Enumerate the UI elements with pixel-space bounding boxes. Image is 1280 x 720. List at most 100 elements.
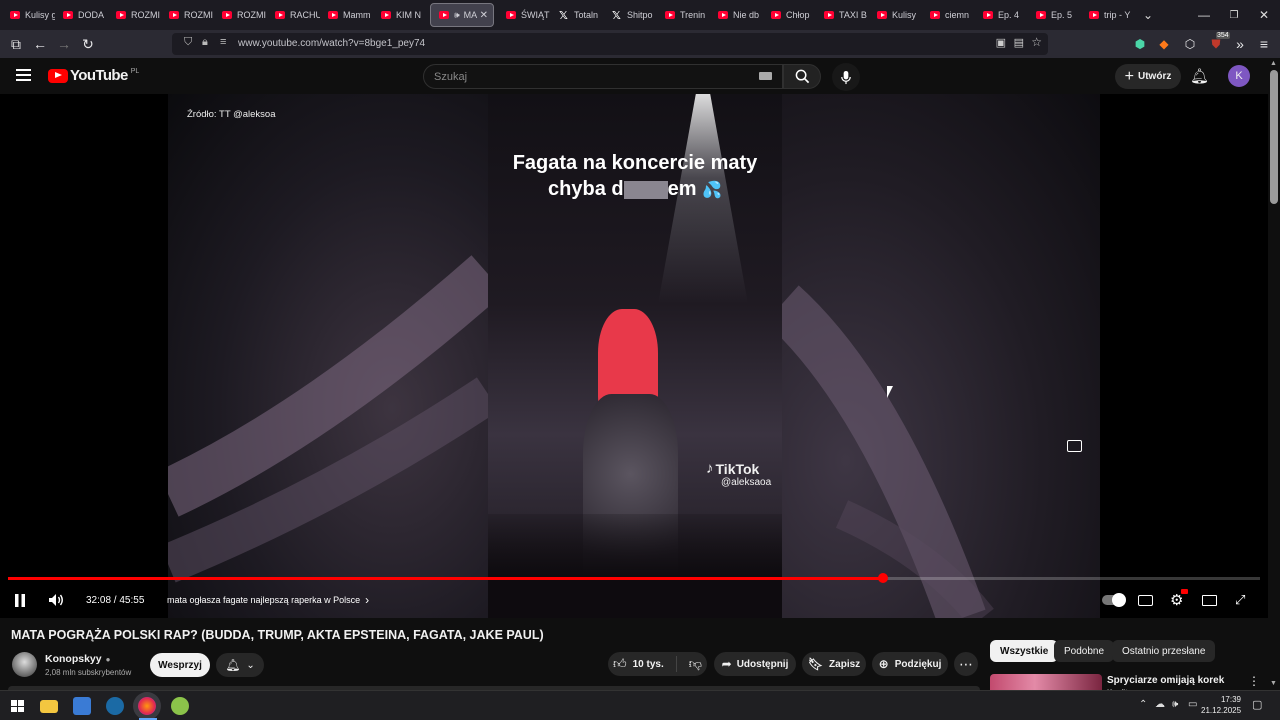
theater-mode-button[interactable]	[1202, 590, 1217, 610]
support-button[interactable]: Wesprzyj	[150, 653, 210, 677]
keyboard-icon[interactable]	[759, 72, 772, 80]
forward-button[interactable]: →	[54, 34, 74, 54]
channel-name[interactable]: Konopskyy ●	[45, 653, 110, 665]
scrollbar-up-arrow[interactable]: ▲	[1270, 60, 1277, 67]
tiktok-watermark: ♪ TikTok @aleksaoa	[706, 460, 771, 488]
scrollbar-down-arrow[interactable]: ▼	[1270, 680, 1277, 687]
like-button[interactable]: 👍︎ 10 tys.	[613, 656, 677, 672]
subtitles-button[interactable]	[1138, 590, 1153, 610]
chapter-button[interactable]: mata ogłasza fagate najlepszą raperka w …	[167, 590, 369, 610]
notifications-bell-icon[interactable]: 🔔︎	[1190, 67, 1209, 85]
fullscreen-button[interactable]: ⤢	[1235, 590, 1245, 610]
miniplayer-icon[interactable]	[1067, 440, 1082, 452]
pip-icon[interactable]: ▤	[1014, 36, 1024, 49]
progress-bar[interactable]	[8, 573, 1260, 583]
browser-tab[interactable]: Chłop	[763, 3, 816, 27]
suggested-video-thumbnail[interactable]	[990, 674, 1102, 690]
steam-icon[interactable]	[106, 697, 124, 715]
permissions-icon[interactable]: ≡	[220, 36, 226, 48]
channel-avatar[interactable]	[12, 652, 37, 677]
browser-tab[interactable]: ROZMI	[108, 3, 161, 27]
tray-volume-icon[interactable]: 🕪︎	[1172, 699, 1178, 710]
tab-overflow-icon[interactable]: ⌄	[1132, 0, 1164, 30]
more-actions-button[interactable]: ⋯	[954, 652, 978, 676]
tray-chevron-icon[interactable]: ⌃	[1139, 699, 1147, 710]
save-button[interactable]: 🔖︎ Zapisz	[802, 652, 866, 676]
browser-tab[interactable]: trip - Y	[1081, 3, 1134, 27]
start-button[interactable]	[8, 697, 26, 715]
extension-shield-icon[interactable]: ⬢	[1130, 34, 1150, 54]
close-window-button[interactable]: ✕	[1248, 0, 1280, 30]
close-tab-icon[interactable]: ✕	[480, 10, 488, 21]
remote-desktop-icon[interactable]	[73, 697, 91, 715]
menu-icon[interactable]: ≡	[1254, 34, 1274, 54]
browser-tab[interactable]: Ep. 5	[1028, 3, 1081, 27]
extensions-icon[interactable]: ⬡	[1180, 34, 1200, 54]
page-scrollbar[interactable]: ▲ ▼	[1268, 58, 1280, 690]
extension-fox-icon[interactable]: ◆	[1154, 34, 1174, 54]
dislike-button[interactable]: 👎︎	[689, 656, 702, 672]
browser-tab[interactable]: Kulisy	[869, 3, 922, 27]
tab-label: Ep. 4	[998, 10, 1020, 20]
hamburger-menu-icon[interactable]	[16, 69, 31, 81]
chip-recent[interactable]: Ostatnio przesłane	[1112, 640, 1216, 662]
sidebar-toggle-icon[interactable]: ⧉	[6, 34, 26, 54]
back-button[interactable]: ←	[30, 34, 50, 54]
reader-view-icon[interactable]: ▣	[996, 36, 1006, 49]
restore-button[interactable]: ❐	[1218, 0, 1250, 30]
speaker-icon[interactable]: 🕪︎	[454, 10, 460, 21]
ublock-icon[interactable]: ⛊ 354	[1206, 32, 1230, 54]
autoplay-toggle[interactable]	[1102, 590, 1126, 610]
video-player[interactable]: Źródło: TT @aleksoa Fagata na koncercie …	[0, 94, 1268, 618]
notification-center-icon[interactable]: ▢	[1252, 698, 1262, 711]
verified-icon: ●	[105, 654, 111, 664]
browser-tab[interactable]: ŚWIĄT	[498, 3, 551, 27]
search-input[interactable]: Szukaj	[423, 64, 783, 89]
firefox-icon[interactable]	[138, 697, 156, 715]
suggested-video-title[interactable]: Spryciarze omijają korek	[1107, 675, 1224, 686]
tray-network-icon[interactable]: ▭	[1188, 699, 1197, 710]
browser-tab[interactable]: 🕪︎ MA ✕	[430, 3, 494, 27]
reload-button[interactable]: ↻	[78, 34, 98, 54]
browser-tab[interactable]: DODA	[55, 3, 108, 27]
app-icon[interactable]	[171, 697, 189, 715]
browser-tab[interactable]: TAXI B	[816, 3, 869, 27]
share-button[interactable]: ➦ Udostępnij	[714, 652, 796, 676]
browser-tab[interactable]: ROZMI	[214, 3, 267, 27]
voice-search-button[interactable]	[832, 63, 860, 91]
subscription-bell-button[interactable]: 🔔︎ ⌄	[216, 653, 264, 677]
url-bar[interactable]: ⛉ 🔒︎ ≡ www.youtube.com/watch?v=8bge1_pey…	[172, 33, 1048, 55]
browser-tab[interactable]: Mamm	[320, 3, 373, 27]
thanks-button[interactable]: ⊕ Podziękuj	[872, 652, 948, 676]
scrollbar-thumb[interactable]	[1270, 70, 1278, 204]
settings-button[interactable]: ⚙	[1170, 589, 1188, 610]
browser-tab[interactable]: 𝕏 Totaln	[551, 3, 604, 27]
overflow-chevron-icon[interactable]: »	[1230, 34, 1250, 54]
browser-tab[interactable]: Ep. 4	[975, 3, 1028, 27]
url-text[interactable]: www.youtube.com/watch?v=8bge1_pey74	[238, 38, 425, 49]
account-avatar[interactable]: K	[1228, 65, 1250, 87]
volume-button[interactable]	[48, 590, 64, 610]
browser-tab[interactable]: Kulisy g	[2, 3, 55, 27]
bookmark-star-icon[interactable]: ☆	[1031, 35, 1042, 49]
browser-tab[interactable]: Nie db	[710, 3, 763, 27]
pause-button[interactable]	[14, 590, 26, 610]
youtube-logo[interactable]: YouTube PL	[48, 67, 139, 84]
browser-tab[interactable]: Trenin	[657, 3, 710, 27]
lock-icon[interactable]: 🔒︎	[202, 36, 208, 49]
minimize-button[interactable]: —	[1188, 0, 1220, 30]
chip-related[interactable]: Podobne	[1054, 640, 1115, 662]
chip-all[interactable]: Wszystkie	[990, 640, 1059, 662]
create-button[interactable]: + Utwórz	[1115, 64, 1181, 89]
tray-network-app-icon[interactable]: ☁	[1155, 699, 1165, 710]
search-button[interactable]	[783, 64, 821, 89]
browser-tab[interactable]: 𝕏 Shitpo	[604, 3, 657, 27]
file-explorer-icon[interactable]	[40, 700, 58, 713]
clock[interactable]: 17:39 21.12.2025	[1201, 694, 1241, 716]
suggested-more-icon[interactable]: ⋮	[1248, 674, 1260, 688]
browser-tab[interactable]: KIM N	[373, 3, 426, 27]
browser-tab[interactable]: RACHU	[267, 3, 320, 27]
shield-icon[interactable]: ⛉	[184, 36, 192, 49]
browser-tab[interactable]: ROZMI	[161, 3, 214, 27]
browser-tab[interactable]: ciemn	[922, 3, 975, 27]
